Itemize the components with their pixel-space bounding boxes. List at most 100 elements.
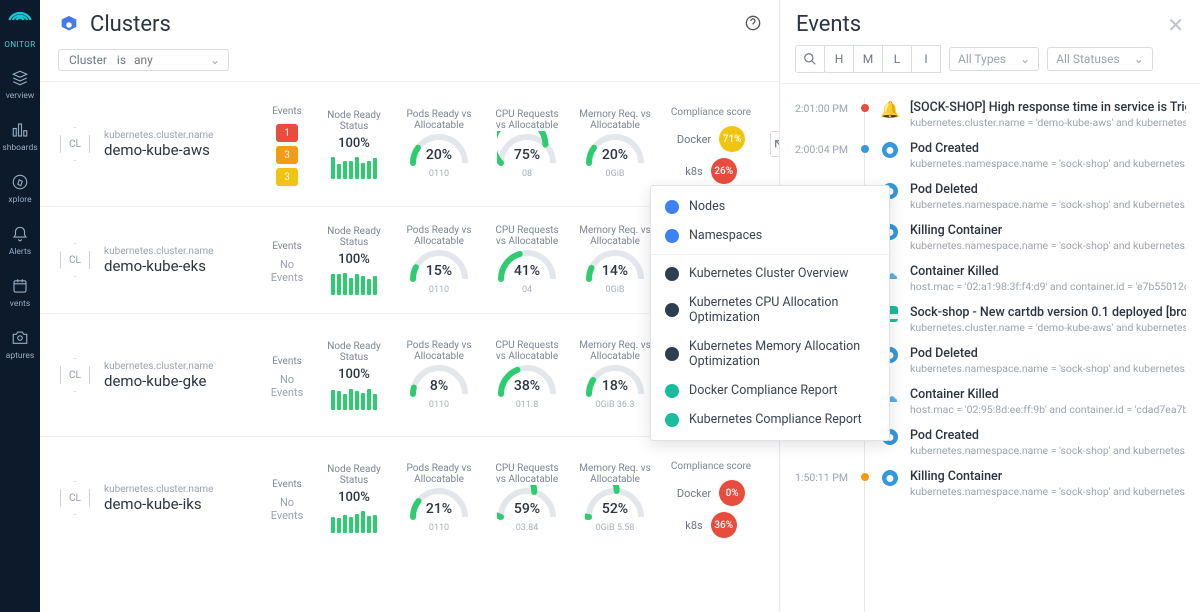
clusters-panel: Clusters Cluster is ⌄ CL kubernetes.clus… [40,0,780,612]
brand-label: ONITOR [4,40,35,49]
pods-gauge: 20% [409,131,469,167]
type-select[interactable]: All Types ⌄ [949,47,1039,71]
pods-gauge: 8% [409,362,469,398]
node-ready-value: 100% [338,136,370,151]
cluster-row[interactable]: CL kubernetes.cluster.name demo-kube-iks… [40,436,779,559]
no-events-label: No Events [268,496,306,522]
priority-filter-i[interactable]: I [911,45,941,73]
event-subtitle: kubernetes.cluster.name = 'demo-kube-aws… [910,116,1186,129]
nav-overview[interactable]: verview [6,69,35,101]
menu-item-label: Namespaces [689,228,762,243]
cluster-name: demo-kube-iks [104,495,254,513]
menu-item-label: Kubernetes Cluster Overview [689,266,849,281]
chevron-down-icon: ⌄ [1134,52,1144,66]
nav-alerts[interactable]: Alerts [9,225,31,257]
node-ready-value: 100% [338,490,370,505]
priority-filter-m[interactable]: M [853,45,883,73]
event-type-icon: ● [882,142,898,158]
menu-item[interactable]: Kubernetes Memory Allocation Optimizatio… [651,332,889,376]
event-subtitle: kubernetes.namespace.name = 'sock-shop' … [910,362,1186,375]
menu-item-icon [665,200,679,214]
cluster-name-block: kubernetes.cluster.name demo-kube-aws [104,130,254,159]
cluster-name: demo-kube-eks [104,257,254,275]
chevron-down-icon: ⌄ [1020,52,1030,66]
event-title: Killing Container [910,223,1186,238]
clusters-header: Clusters [40,0,779,45]
node-ready-bars-icon [331,155,377,179]
event-title: Pod Created [910,428,1186,443]
menu-item-label: Kubernetes CPU Allocation Optimization [689,295,875,325]
mem-gauge: 14% [585,247,645,283]
filter-value-input[interactable] [134,53,204,67]
menu-item-icon [665,229,679,243]
menu-item[interactable]: Kubernetes Cluster Overview [651,259,889,288]
menu-item[interactable]: Namespaces [651,221,889,250]
filter-bar: Cluster is ⌄ [40,45,779,81]
event-subtitle: kubernetes.cluster.name = 'demo-kube-aws… [910,321,1186,334]
cpu-gauge: 41% [497,247,557,283]
event-severity-dot-icon [861,145,869,153]
event-subtitle: kubernetes.namespace.name = 'sock-shop' … [910,485,1186,498]
cpu-gauge: 38% [497,362,557,398]
drill-down-button[interactable] [770,131,779,157]
menu-item-icon [665,347,679,361]
search-button[interactable] [795,45,825,73]
filter-op: is [115,53,128,67]
pods-gauge: 15% [409,247,469,283]
cluster-sublabel: kubernetes.cluster.name [104,246,254,257]
menu-item[interactable]: Docker Compliance Report [651,376,889,405]
node-ready-bars-icon [331,386,377,410]
cpu-gauge: 75% [497,131,557,167]
event-count-badge: 1 [276,124,298,142]
cluster-name: demo-kube-gke [104,372,254,390]
event-subtitle: kubernetes.namespace.name = 'sock-shop' … [910,198,1186,211]
event-title: Container Killed [910,264,1186,279]
event-count-badge: 3 [276,146,298,164]
no-events-label: No Events [268,258,306,284]
events-header: Events ✕ [780,0,1200,45]
help-icon[interactable] [745,15,761,35]
menu-item-icon [665,267,679,281]
menu-item[interactable]: Nodes [651,192,889,221]
event-subtitle: kubernetes.namespace.name = 'sock-shop' … [910,444,1186,457]
priority-filter-l[interactable]: L [882,45,912,73]
nav-explore[interactable]: xplore [8,173,31,205]
event-title: Pod Deleted [910,182,1186,197]
mem-gauge: 18% [585,362,645,398]
node-ready-bars-icon [331,509,377,533]
nav-events[interactable]: vents [10,277,30,309]
menu-item-icon [665,303,679,317]
compliance-row: k8s36% [685,512,736,538]
event-item[interactable]: 1:50:11 PM ● Killing Container kubernete… [780,463,1200,504]
cluster-name-block: kubernetes.cluster.name demo-kube-eks [104,246,254,275]
cluster-context-menu: Nodes Namespaces Kubernetes Cluster Overvi… [650,185,890,441]
node-ready-value: 100% [338,252,370,267]
event-item[interactable]: 2:01:00 PM 🔔 [SOCK-SHOP] High response t… [780,94,1200,135]
nav-captures[interactable]: aptures [6,329,35,361]
cluster-hex-icon: CL [60,358,90,392]
kubernetes-icon [58,14,80,36]
node-ready-value: 100% [338,367,370,382]
filter-chip[interactable]: Cluster is ⌄ [58,49,229,71]
nav-dashboards[interactable]: shboards [2,121,37,153]
compliance-pill: 36% [711,512,737,538]
event-time: 2:01:00 PM [790,100,848,129]
compliance-pill: 71% [719,126,745,152]
menu-item[interactable]: Kubernetes CPU Allocation Optimization [651,288,889,332]
compliance-row: Docker0% [677,480,745,506]
menu-item[interactable]: Kubernetes Compliance Report [651,405,889,434]
cluster-sublabel: kubernetes.cluster.name [104,484,254,495]
status-select[interactable]: All Statuses ⌄ [1047,47,1153,71]
event-subtitle: kubernetes.namespace.name = 'sock-shop' … [910,239,1186,252]
priority-filter-h[interactable]: H [824,45,854,73]
cluster-sublabel: kubernetes.cluster.name [104,361,254,372]
cluster-name-block: kubernetes.cluster.name demo-kube-gke [104,361,254,390]
cluster-sublabel: kubernetes.cluster.name [104,130,254,141]
close-icon[interactable]: ✕ [1167,13,1184,37]
event-subtitle: kubernetes.namespace.name = 'sock-shop' … [910,157,1186,170]
chevron-down-icon: ⌄ [210,53,220,67]
cpu-gauge: 59% [497,485,557,521]
cluster-name: demo-kube-aws [104,141,254,159]
event-item[interactable]: 2:00:04 PM ● Pod Created kubernetes.name… [780,135,1200,176]
menu-item-label: Nodes [689,199,725,214]
